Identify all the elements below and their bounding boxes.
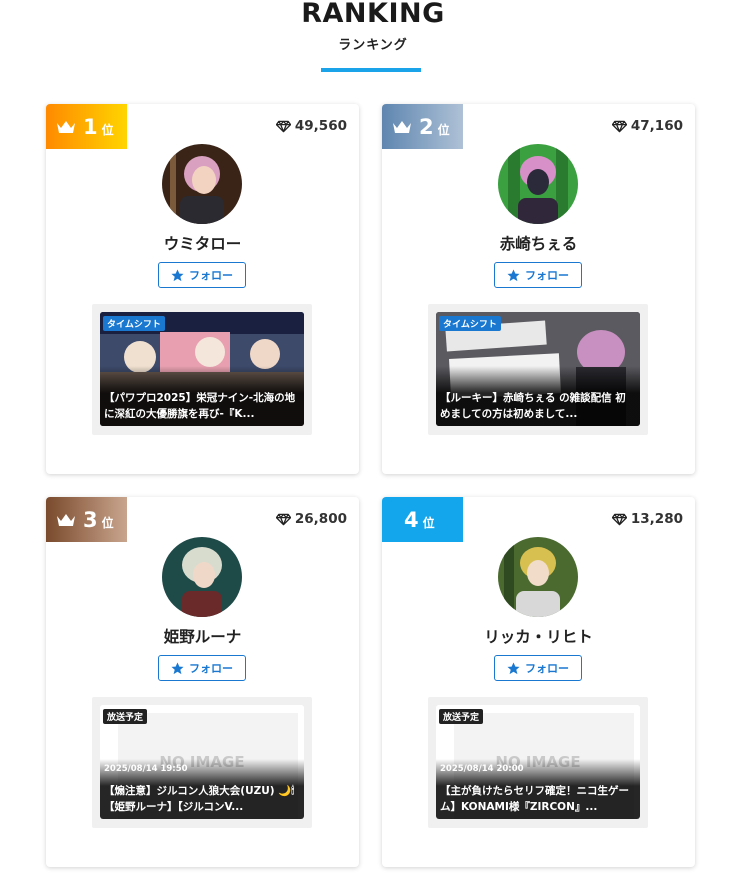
ranking-card-4: 4 位 13,280 リッカ・リヒト フォロー NO IMAGE 放送予定 20… [382, 497, 695, 867]
points-value: 13,280 [630, 511, 683, 527]
streamer-name[interactable]: ウミタロー [46, 232, 359, 254]
program-title[interactable]: 【パワプロ2025】栄冠ナイン-北海の地に深紅の大優勝旗を再び-『K... [104, 390, 300, 422]
avatar[interactable] [162, 537, 242, 617]
follow-button[interactable]: フォロー [158, 655, 246, 681]
program-thumbnail-frame: NO IMAGE 放送予定 2025/08/14 19:50 【煽注意】ジルコン… [92, 697, 312, 828]
program-tag: タイムシフト [103, 316, 165, 331]
points: 49,560 [275, 118, 347, 134]
diamond-icon [275, 120, 291, 132]
program-thumbnail[interactable]: タイムシフト 【ルーキー】赤崎ちぇる の雑談配信 初めましての方は初めまして..… [436, 312, 640, 426]
rank-badge: 2 位 [382, 104, 463, 149]
streamer-name[interactable]: リッカ・リヒト [382, 625, 695, 647]
program-tag: 放送予定 [103, 709, 148, 724]
avatar[interactable] [498, 537, 578, 617]
rank-number: 2 [419, 114, 434, 139]
program-thumbnail-frame: タイムシフト 【ルーキー】赤崎ちぇる の雑談配信 初めましての方は初めまして..… [428, 304, 648, 435]
follow-button[interactable]: フォロー [494, 262, 582, 288]
star-icon [171, 268, 184, 281]
rank-number: 4 [404, 507, 419, 532]
star-icon [171, 661, 184, 674]
rank-suffix: 位 [101, 122, 114, 137]
crown-icon [57, 120, 75, 133]
program-thumbnail[interactable]: NO IMAGE 放送予定 2025/08/14 19:50 【煽注意】ジルコン… [100, 705, 304, 819]
follow-button[interactable]: フォロー [158, 262, 246, 288]
ranking-card-1: 1 位 49,560 ウミタロー フォロー タイムシフト 【パワプロ2025】栄… [46, 104, 359, 474]
page-subtitle: ランキング [338, 38, 408, 53]
ranking-card-3: 3 位 26,800 姫野ルーナ フォロー NO IMAGE 放送予定 2025… [46, 497, 359, 867]
points: 26,800 [275, 511, 347, 527]
program-date: 2025/08/14 20:00 [440, 764, 524, 774]
program-tag: タイムシフト [439, 316, 501, 331]
star-icon [507, 268, 520, 281]
crown-icon [393, 120, 411, 133]
avatar[interactable] [162, 144, 242, 224]
follow-label: フォロー [525, 662, 569, 675]
page-title: RANKING [301, 0, 445, 29]
follow-label: フォロー [189, 269, 233, 282]
avatar[interactable] [498, 144, 578, 224]
rank-number: 3 [83, 507, 98, 532]
program-title[interactable]: 【煽注意】ジルコン人狼大会(UZU) 🌙🕯【姫野ルーナ】【ジルコンV... [104, 783, 300, 815]
program-thumbnail-frame: NO IMAGE 放送予定 2025/08/14 20:00 【主が負けたらセリ… [428, 697, 648, 828]
star-icon [507, 661, 520, 674]
diamond-icon [611, 120, 627, 132]
diamond-icon [275, 513, 291, 525]
rank-suffix: 位 [437, 122, 450, 137]
points-value: 26,800 [294, 511, 347, 527]
rank-badge: 3 位 [46, 497, 127, 542]
program-thumbnail[interactable]: タイムシフト 【パワプロ2025】栄冠ナイン-北海の地に深紅の大優勝旗を再び-『… [100, 312, 304, 426]
program-title[interactable]: 【主が負けたらセリフ確定！ニコ生ゲーム】KONAMI様『ZIRCON』... [440, 783, 636, 815]
title-underline [321, 68, 421, 72]
rank-badge: 1 位 [46, 104, 127, 149]
program-tag: 放送予定 [439, 709, 484, 724]
program-title[interactable]: 【ルーキー】赤崎ちぇる の雑談配信 初めましての方は初めまして... [440, 390, 636, 422]
program-date: 2025/08/14 19:50 [104, 764, 188, 774]
streamer-name[interactable]: 姫野ルーナ [46, 625, 359, 647]
program-thumbnail-frame: タイムシフト 【パワプロ2025】栄冠ナイン-北海の地に深紅の大優勝旗を再び-『… [92, 304, 312, 435]
points-value: 47,160 [630, 118, 683, 134]
rank-badge: 4 位 [382, 497, 463, 542]
points: 47,160 [611, 118, 683, 134]
rank-suffix: 位 [422, 515, 435, 530]
ranking-header: RANKING ランキング [0, 0, 746, 53]
follow-label: フォロー [189, 662, 233, 675]
program-thumbnail[interactable]: NO IMAGE 放送予定 2025/08/14 20:00 【主が負けたらセリ… [436, 705, 640, 819]
points: 13,280 [611, 511, 683, 527]
streamer-name[interactable]: 赤崎ちぇる [382, 232, 695, 254]
diamond-icon [611, 513, 627, 525]
crown-icon [57, 513, 75, 526]
follow-button[interactable]: フォロー [494, 655, 582, 681]
rank-number: 1 [83, 114, 98, 139]
rank-suffix: 位 [101, 515, 114, 530]
follow-label: フォロー [525, 269, 569, 282]
points-value: 49,560 [294, 118, 347, 134]
ranking-card-2: 2 位 47,160 赤崎ちぇる フォロー タイムシフト 【ルーキー】赤崎ちぇる… [382, 104, 695, 474]
